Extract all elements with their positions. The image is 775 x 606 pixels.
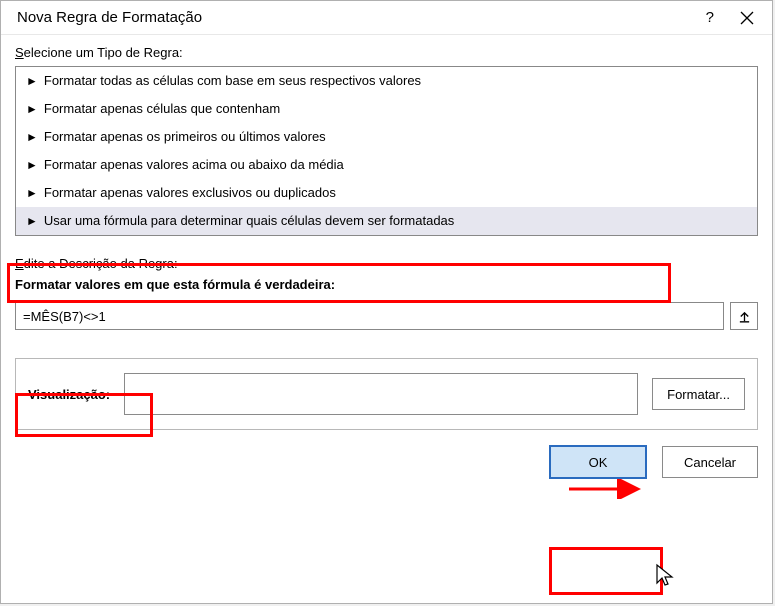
dialog-body: Selecione um Tipo de Regra: ► Formatar t…: [1, 35, 772, 603]
rule-type-item-label: Formatar todas as células com base em se…: [44, 73, 421, 88]
preview-box: [124, 373, 638, 415]
collapse-dialog-button[interactable]: [730, 302, 758, 330]
triangle-right-icon: ►: [26, 215, 38, 227]
rule-type-item[interactable]: ► Formatar apenas valores acima ou abaix…: [16, 151, 757, 179]
triangle-right-icon: ►: [26, 103, 38, 115]
rule-type-item-label: Usar uma fórmula para determinar quais c…: [44, 213, 454, 228]
rule-type-item-label: Formatar apenas os primeiros ou últimos …: [44, 129, 326, 144]
rule-type-item-label: Formatar apenas células que contenham: [44, 101, 280, 116]
cancel-button[interactable]: Cancelar: [662, 446, 758, 478]
rule-type-item-label: Formatar apenas valores acima ou abaixo …: [44, 157, 344, 172]
dialog-title: Nova Regra de Formatação: [17, 9, 202, 26]
formula-heading: Formatar valores em que esta fórmula é v…: [15, 277, 758, 292]
preview-label: Visualização:: [28, 387, 110, 402]
titlebar: Nova Regra de Formatação ?: [1, 1, 772, 35]
formula-input[interactable]: [15, 302, 724, 330]
dialog-button-row: OK Cancelar: [15, 446, 758, 478]
rule-type-label: Selecione um Tipo de Regra:: [15, 45, 758, 60]
titlebar-controls: ?: [706, 9, 758, 26]
range-selector-icon: [738, 310, 751, 323]
format-button[interactable]: Formatar...: [652, 378, 745, 410]
new-formatting-rule-dialog: Nova Regra de Formatação ? Selecione um …: [0, 0, 773, 604]
triangle-right-icon: ►: [26, 187, 38, 199]
rule-type-item-label: Formatar apenas valores exclusivos ou du…: [44, 185, 336, 200]
rule-type-list[interactable]: ► Formatar todas as células com base em …: [15, 66, 758, 236]
rule-type-item[interactable]: ► Formatar todas as células com base em …: [16, 67, 757, 95]
rule-type-item[interactable]: ► Usar uma fórmula para determinar quais…: [16, 207, 757, 235]
rule-type-item[interactable]: ► Formatar apenas células que contenham: [16, 95, 757, 123]
ok-button[interactable]: OK: [550, 446, 646, 478]
help-icon[interactable]: ?: [706, 9, 714, 26]
rule-type-item[interactable]: ► Formatar apenas os primeiros ou último…: [16, 123, 757, 151]
triangle-right-icon: ►: [26, 75, 38, 87]
triangle-right-icon: ►: [26, 131, 38, 143]
triangle-right-icon: ►: [26, 159, 38, 171]
formula-row: [15, 302, 758, 330]
preview-section: Visualização: Formatar...: [15, 358, 758, 430]
rule-description-label: Edite a Descrição da Regra:: [15, 256, 758, 271]
close-icon[interactable]: [740, 11, 758, 25]
rule-type-item[interactable]: ► Formatar apenas valores exclusivos ou …: [16, 179, 757, 207]
